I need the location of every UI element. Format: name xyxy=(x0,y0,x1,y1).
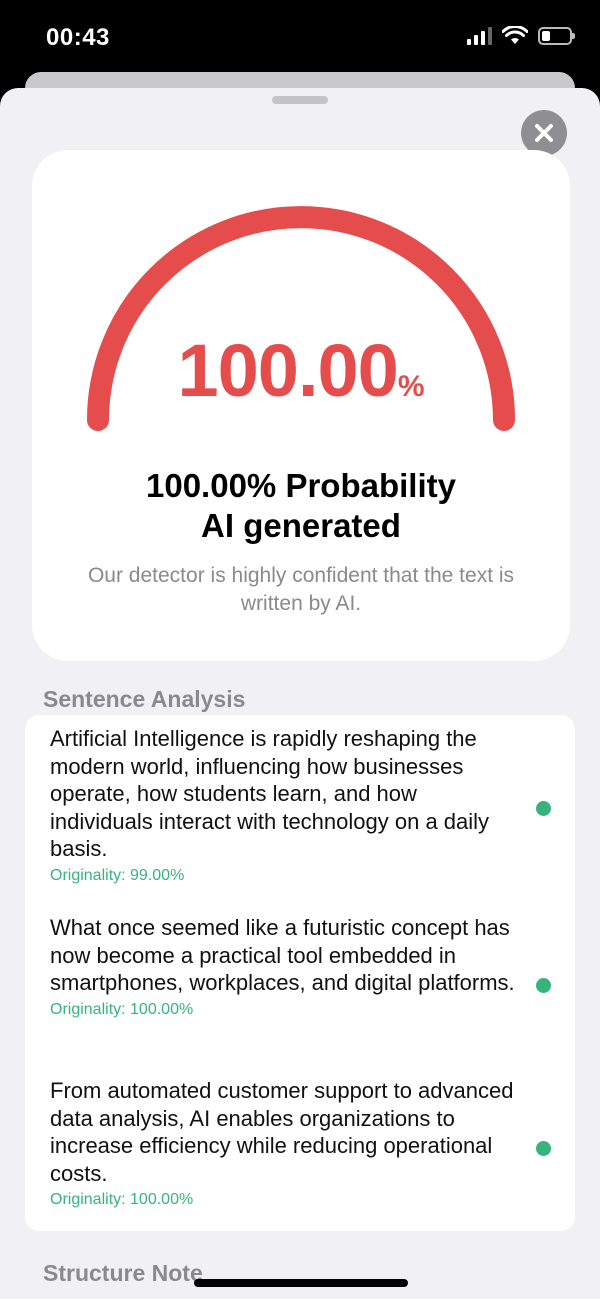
close-icon xyxy=(535,124,553,142)
originality-score: Originality: 99.00% xyxy=(50,866,185,884)
cellular-signal-icon xyxy=(467,27,492,45)
percent-value: 100.00 xyxy=(177,329,398,412)
probability-percent: 100.00% xyxy=(32,328,570,413)
sentence-item[interactable]: From automated customer support to advan… xyxy=(50,1077,550,1209)
status-dot xyxy=(536,1141,551,1156)
sentence-analysis-title: Sentence Analysis xyxy=(43,686,246,712)
status-dot xyxy=(536,801,551,816)
sentence-item[interactable]: What once seemed like a futuristic conce… xyxy=(50,914,550,1019)
headline-line-2: AI generated xyxy=(201,507,401,544)
headline-line-1: 100.00% Probability xyxy=(146,467,456,504)
home-indicator xyxy=(194,1279,408,1287)
sentence-text: From automated customer support to advan… xyxy=(50,1078,514,1186)
result-sheet: 100.00% 100.00% Probability AI generated… xyxy=(0,88,600,1299)
sentence-text: What once seemed like a futuristic conce… xyxy=(50,915,515,995)
result-headline: 100.00% Probability AI generated xyxy=(32,466,570,546)
originality-score: Originality: 100.00% xyxy=(50,1000,194,1018)
status-time: 00:43 xyxy=(46,24,110,51)
originality-score: Originality: 100.00% xyxy=(50,1191,194,1208)
status-bar: 00:43 xyxy=(0,0,600,80)
status-dot xyxy=(536,978,551,993)
sentence-text: Artificial Intelligence is rapidly resha… xyxy=(50,726,490,861)
sentence-analysis-card: Artificial Intelligence is rapidly resha… xyxy=(25,715,575,1231)
structure-note-title: Structure Note xyxy=(43,1260,203,1286)
sentence-item[interactable]: Artificial Intelligence is rapidly resha… xyxy=(50,725,550,885)
sheet-grabber[interactable] xyxy=(272,96,328,104)
wifi-icon xyxy=(502,26,528,44)
result-description: Our detector is highly confident that th… xyxy=(87,564,515,615)
battery-icon xyxy=(538,27,575,45)
status-icons xyxy=(467,26,575,46)
result-card: 100.00% 100.00% Probability AI generated… xyxy=(32,150,570,661)
percent-symbol: % xyxy=(397,370,425,403)
